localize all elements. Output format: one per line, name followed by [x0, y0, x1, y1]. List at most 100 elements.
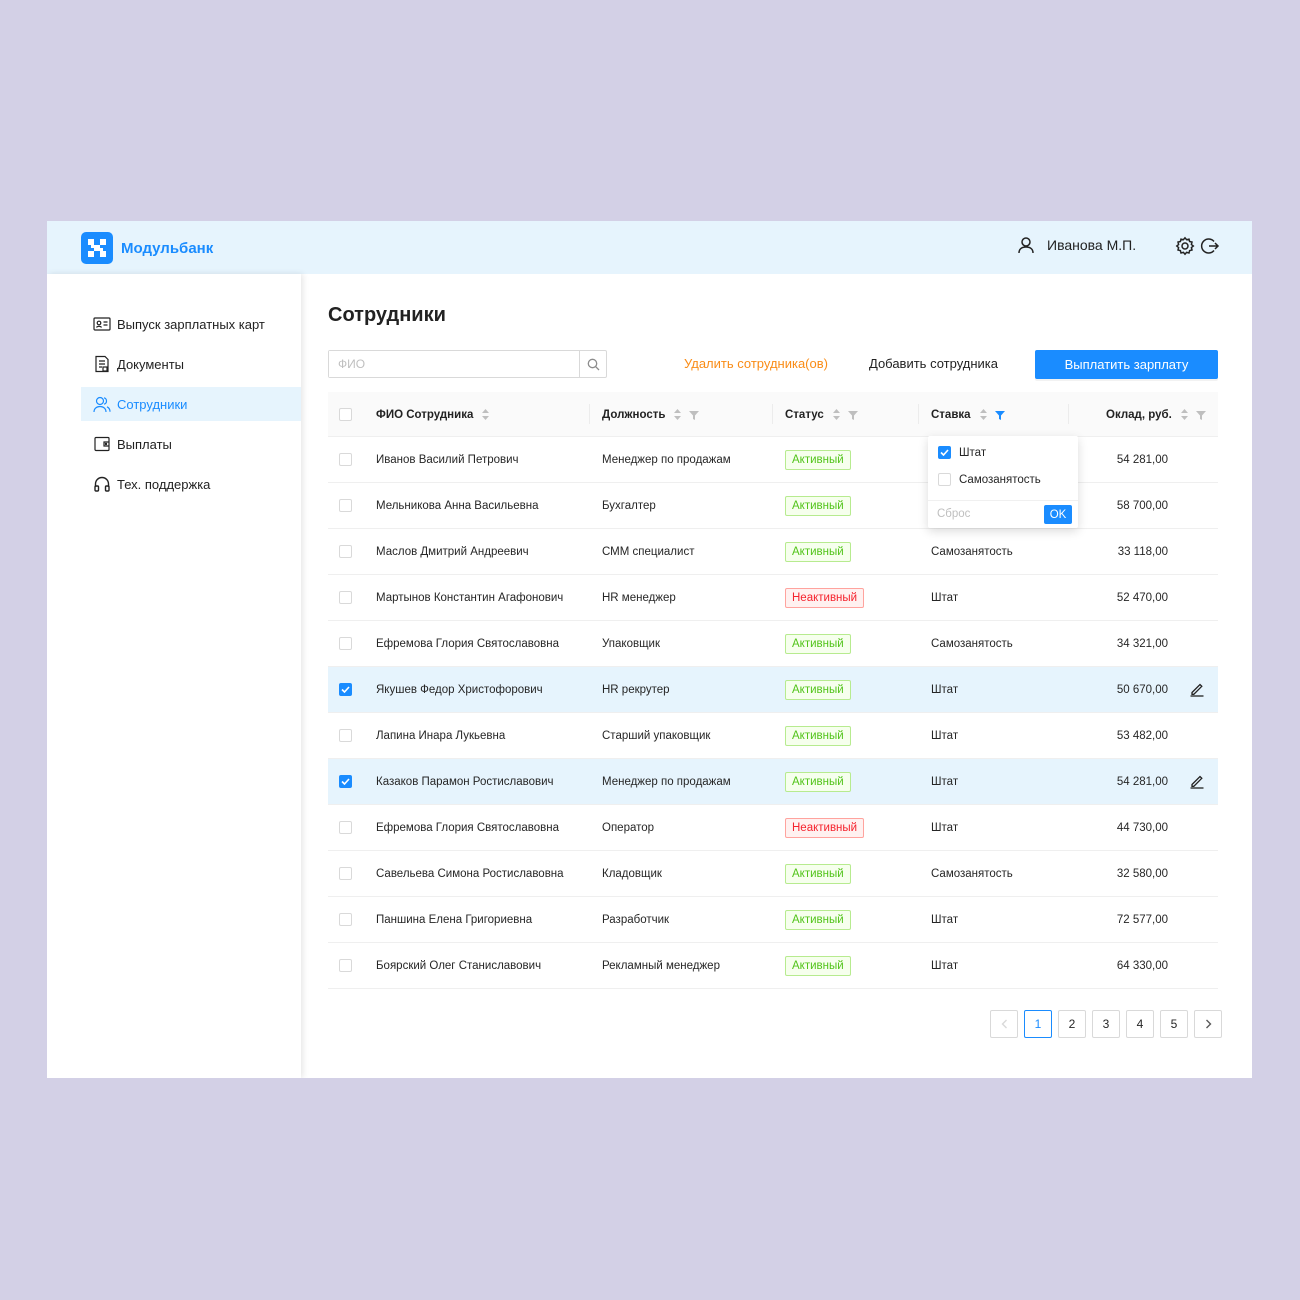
- employee-rate: Самозанятость: [931, 637, 1013, 650]
- col-rate[interactable]: Ставка: [931, 392, 1005, 437]
- pay-salary-button[interactable]: Выплатить зарплату: [1035, 350, 1218, 379]
- page-button-4[interactable]: 4: [1126, 1010, 1154, 1038]
- table-row[interactable]: Ефремова Глория Святославовна Упаковщик Ак…: [328, 621, 1218, 667]
- page-button-1[interactable]: 1: [1024, 1010, 1052, 1038]
- sort-icon[interactable]: [832, 409, 840, 420]
- table-row[interactable]: Ефремова Глория Святославовна Оператор Неа…: [328, 805, 1218, 851]
- employee-position: Менеджер по продажам: [602, 453, 731, 466]
- chevron-left-icon: [1001, 1019, 1007, 1029]
- status-badge: Активный: [785, 955, 851, 976]
- logout-icon[interactable]: [1200, 236, 1220, 256]
- employee-rate: Штат: [931, 913, 959, 926]
- delete-employees-button[interactable]: Удалить сотрудника(ов): [684, 356, 828, 371]
- sort-icon[interactable]: [979, 409, 987, 420]
- filter-reset-button[interactable]: Сброс: [937, 508, 970, 520]
- app-window: Модульбанк Иванова М.П. Выпуск зарплатны…: [47, 221, 1252, 1078]
- col-position[interactable]: Должность: [602, 392, 700, 437]
- status-cell: Активный: [785, 759, 851, 804]
- table-row[interactable]: Мартынов Константин Агафонович HR менедже…: [328, 575, 1218, 621]
- user-menu[interactable]: Иванова М.П.: [1017, 236, 1136, 254]
- col-salary[interactable]: Оклад, руб.: [1106, 392, 1206, 437]
- page-button-3[interactable]: 3: [1092, 1010, 1120, 1038]
- edit-icon[interactable]: [1189, 681, 1205, 697]
- search-input[interactable]: [329, 351, 579, 377]
- employee-name: Паншина Елена Григориевна: [376, 913, 533, 926]
- table-body: Иванов Василий Петрович Менеджер по прода…: [328, 437, 1218, 989]
- employee-rate: Штат: [931, 821, 959, 834]
- status-cell: Активный: [785, 897, 851, 942]
- table-row[interactable]: Савельева Симона Ростиславовна Кладовщик А…: [328, 851, 1218, 897]
- row-checkbox[interactable]: [339, 867, 352, 880]
- table-row[interactable]: Лапина Инара Лукьевна Старший упаковщик Ак…: [328, 713, 1218, 759]
- employee-name: Мельникова Анна Васильевна: [376, 499, 539, 512]
- row-checkbox[interactable]: [339, 959, 352, 972]
- row-checkbox[interactable]: [339, 453, 352, 466]
- employee-position: Старший упаковщик: [602, 729, 711, 742]
- page-button-5[interactable]: 5: [1160, 1010, 1188, 1038]
- filter-icon[interactable]: [847, 410, 858, 420]
- sidebar-item-support[interactable]: Тех. поддержка: [81, 467, 301, 501]
- row-select-cell: [339, 621, 352, 666]
- sort-icon[interactable]: [482, 409, 490, 420]
- table-row[interactable]: Иванов Василий Петрович Менеджер по прода…: [328, 437, 1218, 483]
- filter-ok-button[interactable]: OK: [1044, 505, 1072, 524]
- edit-icon[interactable]: [1189, 773, 1205, 789]
- table-row[interactable]: Паншина Елена Григориевна Разработчик Акти…: [328, 897, 1218, 943]
- employee-salary: 44 730,00: [1116, 821, 1168, 834]
- row-checkbox[interactable]: [339, 591, 352, 604]
- sidebar-item-label: Сотрудники: [117, 396, 188, 412]
- employee-position: Менеджер по продажам: [602, 775, 731, 788]
- employee-rate: Штат: [931, 775, 959, 788]
- row-checkbox[interactable]: [339, 637, 352, 650]
- sidebar-item-salary-cards[interactable]: Выпуск зарплатных карт: [81, 307, 301, 341]
- col-status[interactable]: Статус: [785, 392, 858, 437]
- add-employee-button[interactable]: Добавить сотрудника: [869, 356, 998, 371]
- filter-icon[interactable]: [1195, 410, 1206, 420]
- row-checkbox[interactable]: [339, 499, 352, 512]
- col-name[interactable]: ФИО Сотрудника: [376, 392, 490, 437]
- gear-icon[interactable]: [1175, 236, 1195, 256]
- table-row[interactable]: Мельникова Анна Васильевна Бухгалтер Актив…: [328, 483, 1218, 529]
- filter-checkbox-staff[interactable]: [938, 446, 951, 459]
- status-badge: Неактивный: [785, 587, 865, 608]
- row-checkbox[interactable]: [339, 913, 352, 926]
- prev-page-button[interactable]: [990, 1010, 1018, 1038]
- filter-checkbox-selfemployed[interactable]: [938, 473, 951, 486]
- column-divider: [589, 404, 590, 424]
- row-select-cell: [339, 575, 352, 620]
- logo[interactable]: Модульбанк: [81, 232, 213, 264]
- col-salary-label: Оклад, руб.: [1106, 408, 1172, 421]
- row-checkbox[interactable]: [339, 545, 352, 558]
- row-checkbox[interactable]: [339, 775, 352, 788]
- select-all-checkbox[interactable]: [339, 408, 352, 421]
- filter-option-selfemployed[interactable]: Самозанятость: [938, 473, 1041, 486]
- status-badge: Активный: [785, 771, 851, 792]
- employee-name: Савельева Симона Ростиславовна: [376, 867, 564, 880]
- employee-rate: Самозанятость: [931, 867, 1013, 880]
- filter-option-staff[interactable]: Штат: [938, 446, 986, 459]
- table-row[interactable]: Казаков Парамон Ростиславович Менеджер по…: [328, 759, 1218, 805]
- sort-icon[interactable]: [1180, 409, 1188, 420]
- sidebar-item-documents[interactable]: Документы: [81, 347, 301, 381]
- sort-icon[interactable]: [674, 409, 682, 420]
- row-checkbox[interactable]: [339, 821, 352, 834]
- table-row[interactable]: Маслов Дмитрий Андреевич СММ специалист Ак…: [328, 529, 1218, 575]
- col-rate-label: Ставка: [931, 408, 971, 421]
- column-divider: [772, 404, 773, 424]
- table-row[interactable]: Боярский Олег Станиславович Рекламный мен…: [328, 943, 1218, 989]
- status-badge: Активный: [785, 725, 851, 746]
- page-button-2[interactable]: 2: [1058, 1010, 1086, 1038]
- brand-name: Модульбанк: [121, 239, 214, 257]
- row-checkbox[interactable]: [339, 729, 352, 742]
- next-page-button[interactable]: [1194, 1010, 1222, 1038]
- filter-icon[interactable]: [689, 410, 700, 420]
- table-row[interactable]: Якушев Федор Христофорович HR рекрутер Акт…: [328, 667, 1218, 713]
- sidebar-item-employees[interactable]: Сотрудники: [81, 387, 301, 421]
- filter-active-icon[interactable]: [994, 410, 1005, 420]
- row-checkbox[interactable]: [339, 683, 352, 696]
- employee-name: Казаков Парамон Ростиславович: [376, 775, 554, 788]
- search-button[interactable]: [579, 351, 606, 377]
- sidebar-item-label: Выплаты: [117, 436, 172, 452]
- sidebar-item-payments[interactable]: Выплаты: [81, 427, 301, 461]
- page-title: Сотрудники: [328, 304, 446, 326]
